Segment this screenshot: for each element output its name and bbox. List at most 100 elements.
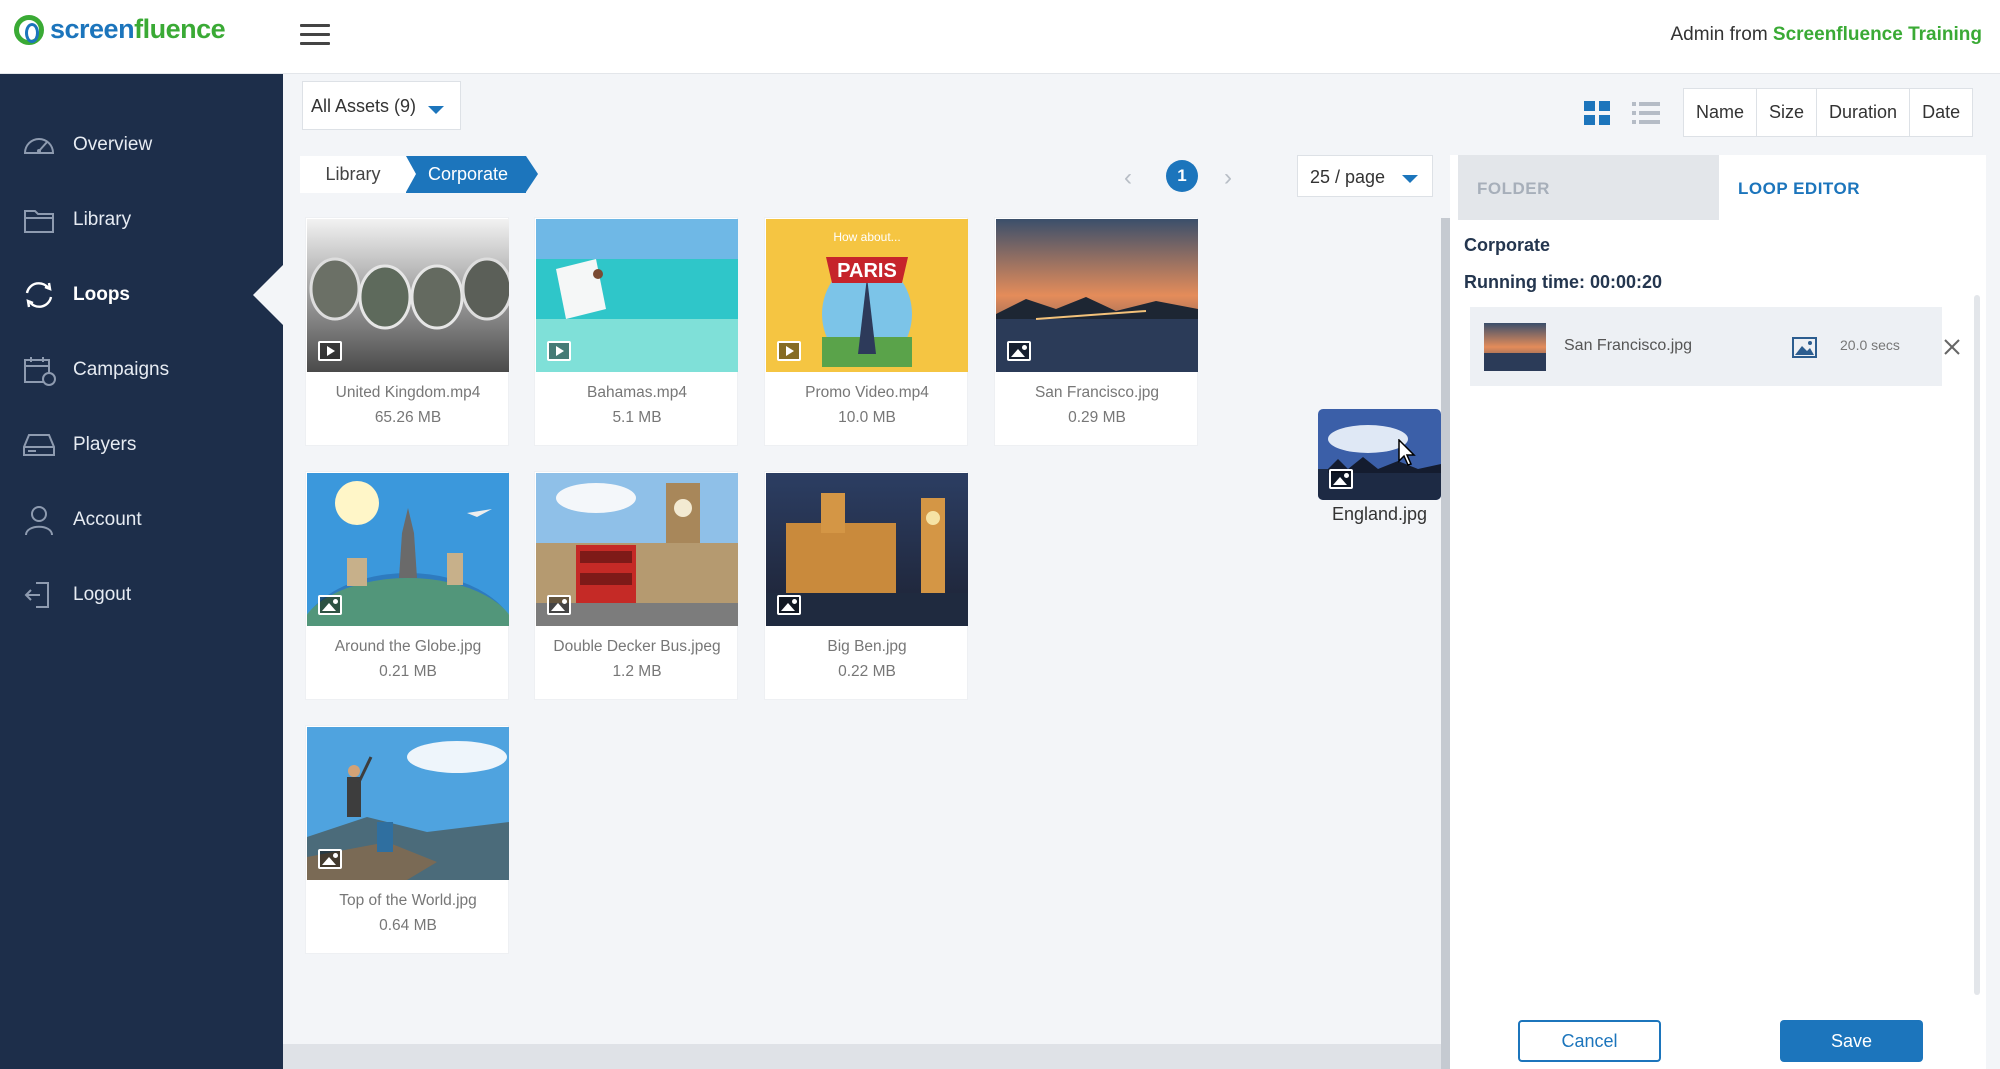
screenfluence-logo[interactable]: screenfluence [14, 14, 226, 45]
bottom-scrollbar[interactable] [283, 1044, 1441, 1069]
calendar-icon [24, 357, 56, 386]
active-nav-pointer [253, 265, 283, 325]
per-page-label: 25 / page [1310, 167, 1386, 187]
sort-by-size-button[interactable]: Size [1757, 89, 1818, 136]
asset-card[interactable]: Bahamas.mp4 5.1 MB [534, 217, 738, 446]
asset-filter-dropdown[interactable]: All Assets (9) [302, 81, 461, 130]
cancel-button[interactable]: Cancel [1518, 1020, 1661, 1062]
asset-thumbnail [766, 473, 968, 626]
asset-name: Big Ben.jpg [827, 638, 907, 655]
video-type-icon [777, 341, 801, 361]
asset-size: 5.1 MB [612, 409, 662, 426]
asset-card[interactable]: Around the Globe.jpg 0.21 MB [305, 471, 509, 700]
tab-folder[interactable]: FOLDER [1458, 155, 1719, 220]
per-page-dropdown[interactable]: 25 / page [1297, 155, 1433, 197]
asset-card[interactable]: Double Decker Bus.jpeg 1.2 MB [534, 471, 738, 700]
tab-loop-editor[interactable]: LOOP EDITOR [1719, 155, 1986, 220]
sort-by-duration-button[interactable]: Duration [1817, 89, 1911, 136]
close-icon[interactable] [1940, 335, 1964, 359]
asset-card[interactable]: Top of the World.jpg 0.64 MB [305, 725, 509, 954]
mouse-cursor-icon [1398, 439, 1416, 466]
panel-divider[interactable] [1441, 218, 1450, 1069]
breadcrumb: Library Corporate [300, 156, 539, 193]
previous-page-icon[interactable]: ‹ [1124, 164, 1132, 192]
user-info: Admin from Screenfluence Training [1671, 24, 1983, 46]
panel-scrollbar[interactable] [1974, 295, 1980, 995]
loop-item-duration: 20.0 secs [1840, 337, 1900, 353]
sidebar-item-label: Players [73, 434, 137, 455]
asset-thumbnail [536, 473, 738, 626]
sort-by-date-button[interactable]: Date [1910, 89, 1972, 136]
image-type-icon [1007, 341, 1031, 361]
sort-by-name-button[interactable]: Name [1684, 89, 1758, 136]
dragged-asset-name: England.jpg [1331, 504, 1428, 524]
next-page-icon[interactable]: › [1224, 164, 1232, 192]
asset-card[interactable]: San Francisco.jpg 0.29 MB [994, 217, 1198, 446]
user-org: Screenfluence Training [1772, 24, 1982, 45]
breadcrumb-library[interactable]: Library [300, 156, 406, 193]
image-type-icon [318, 595, 342, 615]
asset-name: United Kingdom.mp4 [335, 384, 481, 401]
asset-name: Bahamas.mp4 [587, 384, 687, 401]
user-name: Admin [1670, 24, 1725, 45]
folder-icon [24, 210, 54, 233]
sidebar-item-overview[interactable]: Overview [0, 115, 283, 175]
logo-text-part2: fluence [134, 14, 226, 44]
sidebar-item-logout[interactable]: Logout [0, 565, 283, 625]
hamburger-menu-icon[interactable] [300, 20, 330, 46]
image-type-icon [1792, 337, 1817, 358]
asset-card[interactable]: United Kingdom.mp4 65.26 MB [305, 217, 509, 446]
chevron-down-icon [428, 106, 444, 114]
asset-thumbnail [307, 219, 509, 372]
speedometer-icon [23, 138, 55, 154]
sidebar-item-library[interactable]: Library [0, 190, 283, 250]
logo-text-part1: screen [50, 14, 135, 44]
asset-size: 10.0 MB [838, 409, 896, 426]
sidebar: Overview Library Loops Campaigns Players… [0, 74, 283, 1069]
current-page-button[interactable]: 1 [1166, 160, 1198, 192]
dragged-asset[interactable]: England.jpg [1318, 409, 1441, 525]
video-type-icon [547, 341, 571, 361]
running-time: Running time: 00:00:20 [1464, 272, 1663, 292]
asset-size: 0.22 MB [838, 663, 896, 680]
sidebar-item-label: Library [73, 209, 132, 230]
sidebar-item-account[interactable]: Account [0, 490, 283, 550]
asset-card[interactable]: Big Ben.jpg 0.22 MB [764, 471, 968, 700]
loop-icon [25, 282, 53, 308]
asset-thumbnail [307, 727, 509, 880]
promo-thumb-text-1: How about... [833, 230, 900, 244]
dragged-asset-thumbnail [1318, 409, 1441, 500]
asset-thumbnail [307, 473, 509, 626]
asset-size: 65.26 MB [374, 409, 442, 426]
top-bar: screenfluence Admin from Screenfluence T… [0, 0, 2000, 74]
asset-thumbnail [996, 219, 1198, 372]
image-type-icon [318, 849, 342, 869]
loop-item[interactable]: San Francisco.jpg 20.0 secs [1470, 307, 1942, 386]
loop-item-thumbnail [1484, 323, 1546, 371]
sort-bar: Name Size Duration Date [1683, 88, 1974, 137]
user-icon [25, 506, 53, 536]
player-icon [23, 434, 55, 456]
sidebar-item-label: Account [73, 509, 142, 530]
asset-thumbnail [536, 219, 738, 372]
asset-filter-label: All Assets (9) [311, 96, 417, 116]
sidebar-item-label: Campaigns [73, 359, 170, 380]
asset-card[interactable]: How about... PARIS Promo Video.mp4 10.0 … [764, 217, 968, 446]
sidebar-item-players[interactable]: Players [0, 415, 283, 475]
list-view-icon[interactable] [1632, 101, 1660, 125]
promo-thumb-text-2: PARIS [837, 260, 897, 282]
sidebar-item-campaigns[interactable]: Campaigns [0, 340, 283, 400]
sidebar-item-label: Logout [73, 584, 132, 605]
save-button[interactable]: Save [1780, 1020, 1923, 1062]
sidebar-item-loops[interactable]: Loops [0, 265, 283, 325]
asset-size: 1.2 MB [612, 663, 662, 680]
image-type-icon [547, 595, 571, 615]
asset-name: Promo Video.mp4 [805, 384, 929, 401]
user-from: from [1729, 24, 1768, 45]
image-type-icon [777, 595, 801, 615]
grid-view-icon[interactable] [1584, 101, 1610, 125]
asset-size: 0.64 MB [379, 917, 437, 934]
loop-name: Corporate [1464, 235, 1551, 255]
asset-size: 0.21 MB [379, 663, 437, 680]
asset-name: Top of the World.jpg [339, 892, 477, 909]
